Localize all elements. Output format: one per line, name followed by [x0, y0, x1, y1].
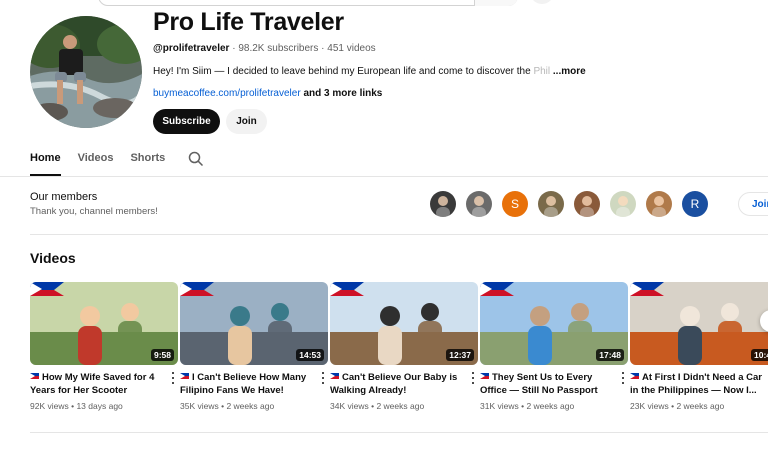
philippines-flag-icon [180, 373, 189, 379]
video-duration: 10:4 [750, 349, 768, 361]
video-views: 34K views [330, 401, 369, 411]
channel-links: buymeacoffee.com/prolifetraveler and 3 m… [153, 88, 382, 99]
video-age: 13 days ago [76, 401, 123, 411]
subscriber-count: 98.2K subscribers [238, 43, 319, 54]
video-views: 92K views [30, 401, 69, 411]
video-views: 31K views [480, 401, 519, 411]
video-age: 2 weeks ago [676, 401, 725, 411]
video-thumbnail[interactable]: 14:53 [180, 282, 328, 365]
channel-description[interactable]: Hey! I'm Siim — I decided to leave behin… [153, 66, 586, 77]
video-title-text: How My Wife Saved for 4 Years for Her Sc… [30, 372, 155, 396]
video-views: 35K views [180, 401, 219, 411]
members-join-button[interactable]: Join [738, 192, 768, 216]
video-meta: 34K views • 2 weeks ago [330, 401, 478, 411]
primary-link[interactable]: buymeacoffee.com/prolifetraveler [153, 88, 301, 99]
more-options-icon[interactable] [168, 371, 178, 385]
video-meta: 92K views • 13 days ago [30, 401, 178, 411]
video-age: 2 weeks ago [226, 401, 275, 411]
video-shelf: 9:58 How My Wife Saved for 4 Years for He… [30, 282, 768, 422]
member-avatar[interactable] [574, 191, 600, 217]
top-search-button[interactable] [474, 0, 518, 6]
video-title-text: At First I Didn't Need a Car in the Phil… [630, 372, 762, 396]
member-avatar[interactable]: R [682, 191, 708, 217]
video-card[interactable]: 17:48 They Sent Us to Every Office — Stil… [480, 282, 628, 411]
video-duration: 12:37 [446, 349, 474, 361]
video-duration: 14:53 [296, 349, 324, 361]
channel-handle[interactable]: @prolifetraveler [153, 43, 229, 54]
video-card[interactable]: 9:58 How My Wife Saved for 4 Years for He… [30, 282, 178, 411]
more-links[interactable]: and 3 more links [303, 88, 382, 99]
top-voice-search-button[interactable] [530, 0, 554, 4]
description-text: Hey! I'm Siim — I decided to leave behin… [153, 66, 534, 77]
video-age: 2 weeks ago [376, 401, 425, 411]
search-icon[interactable] [188, 151, 204, 167]
member-avatar[interactable] [466, 191, 492, 217]
video-duration: 17:48 [596, 349, 624, 361]
more-link[interactable]: ...more [553, 66, 586, 77]
member-avatar[interactable]: S [502, 191, 528, 217]
video-title-text: I Can't Believe How Many Filipino Fans W… [180, 372, 307, 396]
videos-section-title[interactable]: Videos [30, 250, 76, 266]
video-title[interactable]: They Sent Us to Every Office — Still No … [480, 371, 612, 397]
channel-title: Pro Life Traveler [153, 8, 344, 36]
video-card[interactable]: 12:37 Can't Believe Our Baby is Walking A… [330, 282, 478, 411]
channel-meta: @prolifetraveler · 98.2K subscribers · 4… [153, 43, 376, 54]
members-divider [30, 234, 768, 235]
member-avatar-list: SR [430, 191, 718, 217]
more-options-icon[interactable] [318, 371, 328, 385]
description-fade: Phil [533, 66, 551, 77]
tab-shorts[interactable]: Shorts [130, 152, 165, 176]
video-title[interactable]: Can't Believe Our Baby is Walking Alread… [330, 371, 462, 397]
video-title-text: Can't Believe Our Baby is Walking Alread… [330, 372, 458, 396]
member-avatar-letter: S [510, 197, 519, 211]
members-subtitle: Thank you, channel members! [30, 206, 158, 217]
video-meta: 35K views • 2 weeks ago [180, 401, 328, 411]
member-avatar[interactable] [430, 191, 456, 217]
philippines-flag-icon [630, 373, 639, 379]
member-avatar[interactable] [538, 191, 564, 217]
tabs-divider [0, 176, 768, 177]
video-title-text: They Sent Us to Every Office — Still No … [480, 372, 598, 396]
video-card[interactable]: 10:4 At First I Didn't Need a Car in the … [630, 282, 768, 411]
video-thumbnail[interactable]: 12:37 [330, 282, 478, 365]
members-title: Our members [30, 191, 98, 203]
more-options-icon[interactable] [618, 371, 628, 385]
channel-avatar [30, 16, 142, 128]
video-title[interactable]: At First I Didn't Need a Car in the Phil… [630, 371, 762, 397]
member-avatar[interactable] [610, 191, 636, 217]
philippines-flag-icon [330, 373, 339, 379]
shelf-divider [30, 432, 768, 433]
video-meta: 23K views • 2 weeks ago [630, 401, 768, 411]
top-search-box[interactable] [98, 0, 518, 6]
philippines-flag-icon [30, 373, 39, 379]
video-card[interactable]: 14:53 I Can't Believe How Many Filipino F… [180, 282, 328, 411]
video-thumbnail[interactable]: 10:4 [630, 282, 768, 365]
video-thumbnail[interactable]: 17:48 [480, 282, 628, 365]
video-title[interactable]: I Can't Believe How Many Filipino Fans W… [180, 371, 312, 397]
video-meta: 31K views • 2 weeks ago [480, 401, 628, 411]
channel-tabs: Home Videos Shorts [30, 152, 182, 176]
tab-home[interactable]: Home [30, 152, 61, 176]
philippines-flag-icon [480, 373, 489, 379]
join-button[interactable]: Join [226, 109, 267, 134]
subscribe-button[interactable]: Subscribe [153, 109, 220, 134]
member-avatar-letter: R [690, 197, 700, 211]
video-views: 23K views [630, 401, 669, 411]
member-avatar[interactable] [646, 191, 672, 217]
tab-videos[interactable]: Videos [78, 152, 114, 176]
video-age: 2 weeks ago [526, 401, 575, 411]
video-thumbnail[interactable]: 9:58 [30, 282, 178, 365]
video-title[interactable]: How My Wife Saved for 4 Years for Her Sc… [30, 371, 162, 397]
video-count: 451 videos [327, 43, 376, 54]
more-options-icon[interactable] [468, 371, 478, 385]
video-duration: 9:58 [150, 349, 174, 361]
